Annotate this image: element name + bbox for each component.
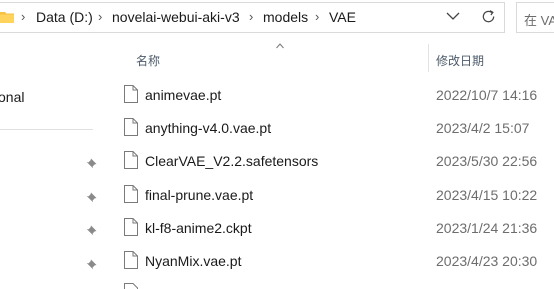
- chevron-down-icon[interactable]: [446, 11, 460, 21]
- file-modified-date: 2023/1/24 21:36: [436, 220, 538, 236]
- file-name: ClearVAE_V2.2.safetensors: [145, 153, 319, 169]
- breadcrumb-separator: ›: [21, 9, 26, 24]
- file-icon: [124, 283, 138, 289]
- file-modified-date: 2023/4/15 10:22: [436, 187, 538, 203]
- file-row[interactable]: animevae.pt 2022/10/7 14:16: [103, 78, 554, 111]
- navigation-pane: onal: [0, 37, 101, 289]
- file-name: final-prune.vae.pt: [145, 187, 254, 203]
- pin-icon[interactable]: [86, 225, 97, 236]
- sort-ascending-icon: [276, 43, 284, 49]
- file-name: NyanMix.vae.pt: [145, 253, 242, 269]
- column-header-name[interactable]: 名称: [136, 52, 160, 69]
- file-row[interactable]: ClearVAE_V2.2.safetensors 2023/5/30 22:5…: [103, 144, 554, 177]
- file-row[interactable]: anything-v4.0.vae.pt 2023/4/2 15:07: [103, 111, 554, 144]
- file-row[interactable]: kl-f8-anime2.ckpt 2023/1/24 21:36: [103, 211, 554, 244]
- breadcrumb-novelai-webui[interactable]: novelai-webui-aki-v3: [112, 9, 240, 25]
- column-divider[interactable]: [428, 44, 429, 72]
- search-placeholder: 在 VAE: [524, 13, 554, 28]
- file-modified-date: 2023/4/23 20:30: [436, 253, 538, 269]
- pin-icon[interactable]: [86, 158, 97, 169]
- refresh-icon[interactable]: [481, 9, 496, 24]
- breadcrumb-data-drive[interactable]: Data (D:): [36, 9, 93, 25]
- breadcrumb-separator: ›: [98, 9, 103, 24]
- breadcrumb-models[interactable]: models: [263, 9, 308, 25]
- file-modified-date: 2022/10/7 14:16: [436, 87, 538, 103]
- pin-icon[interactable]: [86, 259, 97, 270]
- nav-item-partial[interactable]: onal: [0, 89, 24, 105]
- file-name: anything-v4.0.vae.pt: [145, 120, 272, 136]
- address-bar-row: › Data (D:) › novelai-webui-aki-v3 › mod…: [0, 0, 554, 37]
- file-modified-date: 2023/4/2 15:07: [436, 120, 530, 136]
- file-icon: [124, 85, 138, 103]
- file-icon: [124, 185, 138, 203]
- pin-icon[interactable]: [86, 192, 97, 203]
- folder-icon: [0, 12, 14, 23]
- file-icon: [124, 118, 138, 136]
- file-icon: [124, 251, 138, 269]
- file-icon: [124, 218, 138, 236]
- nav-divider: [0, 129, 93, 130]
- file-row[interactable]: final-prune.vae.pt 2023/4/15 10:22: [103, 178, 554, 211]
- file-row[interactable]: NyanMix.vae.pt 2023/4/23 20:30: [103, 244, 554, 277]
- file-name: kl-f8-anime2.ckpt: [145, 220, 252, 236]
- file-name: animevae.pt: [145, 87, 222, 103]
- column-header-modified[interactable]: 修改日期: [436, 52, 484, 69]
- file-icon: [124, 151, 138, 169]
- breadcrumb-separator: ›: [315, 9, 320, 24]
- breadcrumb-vae[interactable]: VAE: [329, 9, 356, 25]
- file-modified-date: 2023/5/30 22:56: [436, 153, 538, 169]
- breadcrumb-separator: ›: [249, 9, 254, 24]
